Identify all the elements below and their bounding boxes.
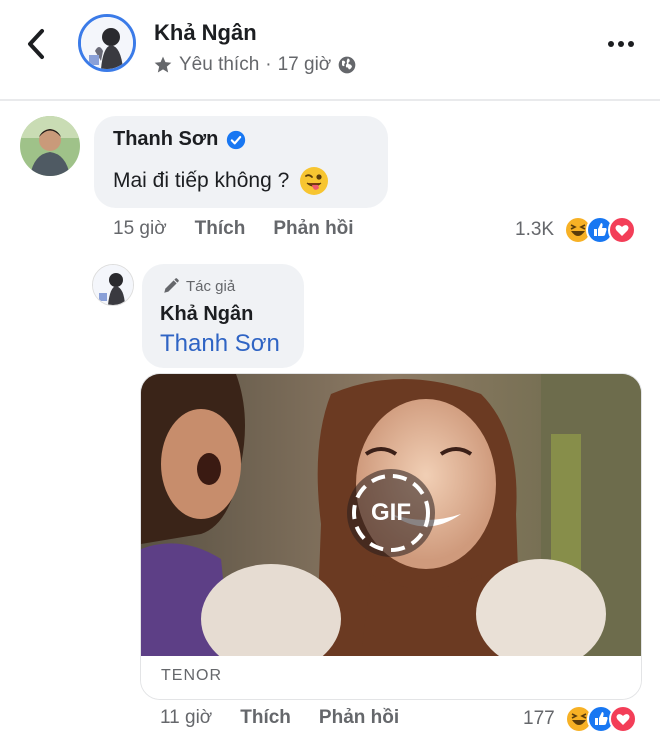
commenter-avatar[interactable] bbox=[20, 116, 80, 176]
avatar-image bbox=[93, 265, 133, 305]
chevron-left-icon bbox=[28, 29, 44, 59]
star-icon bbox=[154, 56, 172, 73]
more-options-button[interactable] bbox=[606, 32, 636, 56]
reply-button[interactable]: Phản hồi bbox=[319, 707, 399, 729]
love-reaction-icon bbox=[608, 216, 637, 244]
gif-source: TENOR bbox=[161, 667, 222, 684]
reply-button[interactable]: Phản hồi bbox=[273, 218, 353, 240]
winking-tongue-emoji-icon bbox=[300, 167, 329, 195]
reply-actions: 11 giờ Thích Phản hồi bbox=[160, 707, 399, 729]
author-badge-label: Tác giả bbox=[186, 277, 236, 295]
comment-author-name[interactable]: Thanh Sơn bbox=[113, 128, 218, 151]
comment-actions: 15 giờ Thích Phản hồi bbox=[113, 218, 354, 240]
comment-author[interactable]: Thanh Sơn bbox=[113, 128, 246, 151]
gif-attachment[interactable]: GIF TENOR bbox=[140, 373, 642, 700]
post-time[interactable]: 17 giờ bbox=[278, 54, 332, 76]
reply-time[interactable]: 11 giờ bbox=[160, 707, 212, 729]
comment-time[interactable]: 15 giờ bbox=[113, 218, 167, 240]
like-button[interactable]: Thích bbox=[240, 707, 291, 729]
avatar-image bbox=[20, 116, 80, 176]
page-title[interactable]: Khả Ngân bbox=[154, 20, 257, 46]
reaction-summary[interactable]: 1.3K bbox=[515, 216, 637, 244]
comment-text-body: Mai đi tiếp không ? bbox=[113, 169, 290, 192]
reaction-count: 177 bbox=[523, 708, 555, 729]
favorite-label: Yêu thích bbox=[179, 54, 260, 75]
reply-author-name[interactable]: Khả Ngân bbox=[160, 303, 253, 326]
header-divider bbox=[0, 99, 660, 101]
globe-icon bbox=[338, 56, 356, 74]
like-button[interactable]: Thích bbox=[195, 218, 246, 240]
reaction-count: 1.3K bbox=[515, 219, 555, 240]
page-avatar[interactable] bbox=[78, 14, 136, 72]
gif-badge-label: GIF bbox=[371, 499, 411, 526]
pencil-icon bbox=[164, 278, 179, 293]
post-meta: Yêu thích · 17 giờ bbox=[153, 54, 357, 76]
meta-separator: · bbox=[265, 54, 272, 75]
verified-badge-icon bbox=[227, 130, 246, 149]
reply-author-avatar[interactable] bbox=[92, 264, 134, 306]
avatar-image bbox=[81, 17, 133, 69]
gif-play-badge[interactable]: GIF bbox=[347, 469, 435, 557]
more-horizontal-icon bbox=[608, 41, 634, 47]
love-reaction-icon bbox=[608, 705, 637, 733]
back-button[interactable] bbox=[22, 26, 52, 62]
reaction-summary[interactable]: 177 bbox=[523, 705, 637, 733]
mention-link[interactable]: Thanh Sơn bbox=[160, 330, 280, 358]
author-badge: Tác giả bbox=[162, 277, 235, 295]
comment-text: Mai đi tiếp không ? bbox=[113, 166, 329, 196]
